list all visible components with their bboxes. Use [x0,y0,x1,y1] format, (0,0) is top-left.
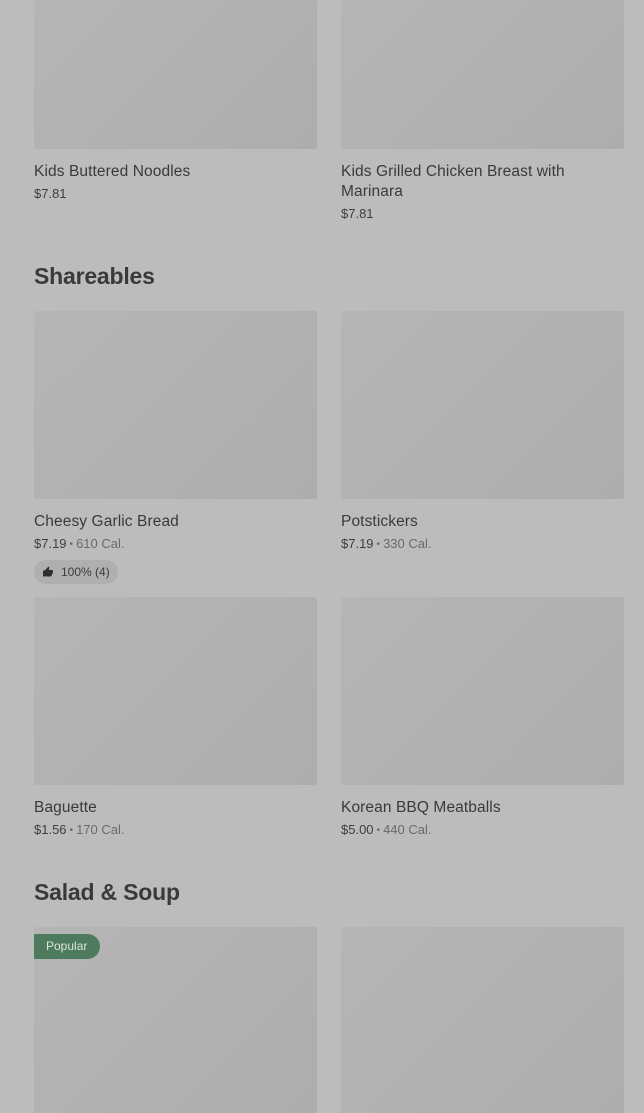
separator-dot: • [376,539,381,550]
item-calories: 170 Cal. [76,822,125,837]
item-image[interactable] [34,311,317,499]
menu-item-card[interactable]: Cheesy Garlic Bread $7.19 • 610 Cal. 100% … [34,311,317,584]
separator-dot: • [69,825,74,836]
item-price-row: $7.81 [34,185,317,202]
item-name: Cheesy Garlic Bread [34,513,179,530]
item-price: $7.19 [341,536,374,551]
item-price: $7.81 [34,186,67,201]
section-title-salad-soup: Salad & Soup [34,879,180,905]
item-price: $5.00 [341,822,374,837]
item-price: $7.81 [341,206,374,221]
item-name: Baguette [34,799,97,816]
menu-item-card[interactable]: Potstickers $7.19 • 330 Cal. [341,311,624,554]
item-price-row: $7.19 • 330 Cal. [341,535,624,554]
item-image[interactable] [341,0,624,149]
item-calories: 330 Cal. [383,536,432,551]
item-name: Kids Buttered Noodles [34,163,191,180]
item-price: $7.19 [34,536,67,551]
item-price-row: $7.19 • 610 Cal. [34,535,317,554]
item-image[interactable] [34,597,317,785]
rating-badge: 100% (4) [34,560,118,584]
menu-item-card[interactable]: Korean BBQ Meatballs $5.00 • 440 Cal. [341,597,624,840]
separator-dot: • [376,825,381,836]
separator-dot: • [69,539,74,550]
item-name: Korean BBQ Meatballs [341,799,501,816]
item-price-row: $5.00 • 440 Cal. [341,821,624,840]
item-price-row: $1.56 • 170 Cal. [34,821,317,840]
item-image[interactable]: Popular [34,927,317,1113]
item-image[interactable] [341,311,624,499]
popular-badge: Popular [34,934,101,959]
rating-text: 100% (4) [61,565,110,579]
item-price-row: $7.81 [341,205,624,222]
item-image[interactable] [341,597,624,785]
menu-item-card[interactable] [341,927,624,1113]
item-image[interactable] [34,0,317,149]
item-name: Potstickers [341,513,418,530]
item-price: $1.56 [34,822,67,837]
item-image[interactable] [341,927,624,1113]
menu-item-card[interactable]: Popular [34,927,317,1113]
item-calories: 610 Cal. [76,536,125,551]
menu-item-card[interactable]: Baguette $1.56 • 170 Cal. [34,597,317,840]
item-name: Kids Grilled Chicken Breast with Marinar… [341,163,565,200]
item-calories: 440 Cal. [383,822,432,837]
menu-item-card[interactable]: Kids Buttered Noodles $7.81 [34,0,317,202]
section-title-shareables: Shareables [34,263,155,289]
menu-item-card[interactable]: Kids Grilled Chicken Breast with Marinar… [341,0,624,222]
menu-page: Kids Buttered Noodles $7.81 Kids Grilled… [0,0,644,1113]
thumbs-up-icon [43,566,53,577]
